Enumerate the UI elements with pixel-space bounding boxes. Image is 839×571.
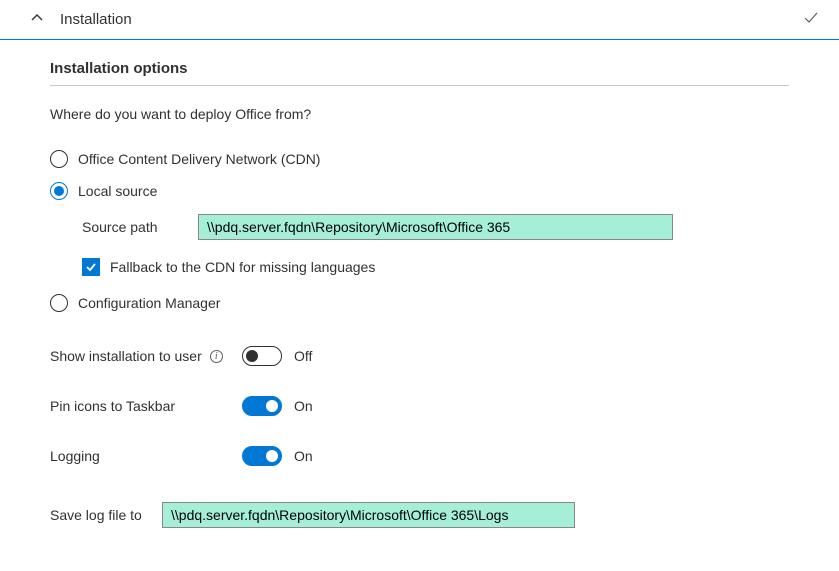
toggle-label: Logging <box>50 448 242 464</box>
toggle-label-text: Show installation to user <box>50 348 202 364</box>
radio-option-cfgmgr[interactable]: Configuration Manager <box>50 294 789 312</box>
section-body: Installation options Where do you want t… <box>0 40 839 548</box>
radio-option-local[interactable]: Local source <box>50 182 789 200</box>
chevron-up-icon <box>30 11 44 28</box>
fallback-checkbox-row[interactable]: Fallback to the CDN for missing language… <box>82 258 789 276</box>
radio-label: Configuration Manager <box>78 295 220 311</box>
toggle-label: Show installation to user i <box>50 348 242 364</box>
section-title: Installation <box>60 11 803 28</box>
radio-icon <box>50 294 68 312</box>
radio-label: Office Content Delivery Network (CDN) <box>78 151 320 167</box>
toggle-show-install: Show installation to user i Off <box>50 346 789 366</box>
radio-icon <box>50 150 68 168</box>
radio-icon-selected <box>50 182 68 200</box>
options-heading: Installation options <box>50 60 789 86</box>
toggle-switch-on[interactable] <box>242 446 282 466</box>
radio-label: Local source <box>78 183 157 199</box>
fallback-label: Fallback to the CDN for missing language… <box>110 259 375 275</box>
toggle-state: Off <box>294 348 312 364</box>
toggle-state: On <box>294 448 313 464</box>
radio-option-cdn[interactable]: Office Content Delivery Network (CDN) <box>50 150 789 168</box>
save-log-label: Save log file to <box>50 507 162 523</box>
source-path-label: Source path <box>82 219 198 235</box>
section-header[interactable]: Installation <box>0 0 839 40</box>
toggle-switch-on[interactable] <box>242 396 282 416</box>
source-path-field: Source path <box>82 214 789 240</box>
save-log-input[interactable] <box>162 502 575 528</box>
toggle-state: On <box>294 398 313 414</box>
toggle-logging: Logging On <box>50 446 789 466</box>
info-icon[interactable]: i <box>210 350 223 363</box>
checkbox-checked-icon <box>82 258 100 276</box>
toggle-pin-taskbar: Pin icons to Taskbar On <box>50 396 789 416</box>
save-log-field: Save log file to <box>50 502 789 528</box>
source-path-input[interactable] <box>198 214 673 240</box>
toggle-switch-off[interactable] <box>242 346 282 366</box>
checkmark-icon <box>803 10 819 29</box>
toggle-label: Pin icons to Taskbar <box>50 398 242 414</box>
deploy-question: Where do you want to deploy Office from? <box>50 106 789 122</box>
